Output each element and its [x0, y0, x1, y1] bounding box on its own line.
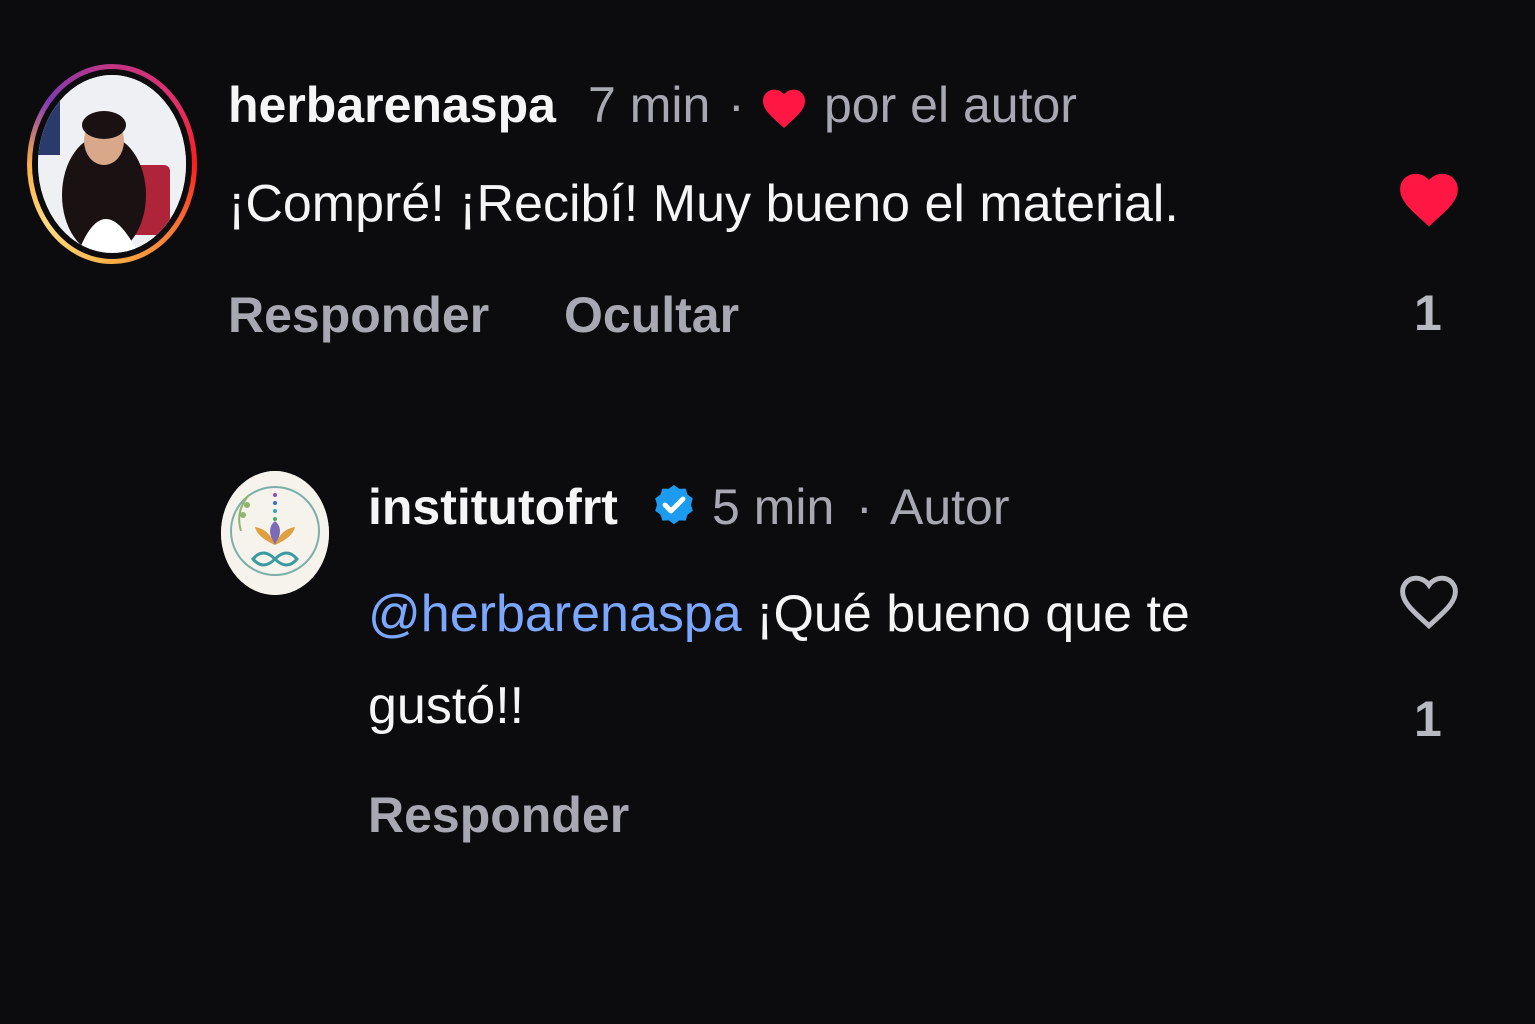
- reply-avatar[interactable]: [221, 471, 329, 595]
- avatar-ring-gap: [32, 69, 192, 259]
- reply-username[interactable]: institutofrt: [368, 478, 618, 536]
- mention-link[interactable]: @herbarenaspa: [368, 585, 742, 643]
- comments-screen: herbarenaspa 7 min · por el autor ¡Compr…: [0, 0, 1535, 1024]
- avatar: [38, 75, 186, 253]
- comment-text: ¡Compré! ¡Recibí! Muy bueno el material.: [228, 175, 1179, 233]
- lotus-logo-icon: [221, 471, 329, 595]
- avatar-portrait-icon: [38, 75, 186, 253]
- hide-button[interactable]: Ocultar: [564, 286, 739, 344]
- meta-separator: ·: [728, 77, 745, 133]
- like-count: 1: [1414, 691, 1442, 747]
- reply-text-line1: @herbarenaspa ¡Qué bueno que te: [368, 584, 1190, 644]
- reply-text: ¡Qué bueno que te: [756, 585, 1190, 643]
- reply-text-line2: gustó!!: [368, 677, 525, 735]
- liked-by-author-heart-icon: [763, 89, 805, 128]
- reply-button[interactable]: Responder: [228, 286, 489, 344]
- comment-username[interactable]: herbarenaspa: [228, 76, 556, 134]
- like-heart-outline-icon[interactable]: [1396, 566, 1462, 636]
- liked-by-author-label: por el autor: [824, 77, 1077, 133]
- like-count: 1: [1414, 285, 1442, 341]
- like-heart-filled-icon[interactable]: [1396, 166, 1462, 232]
- reply-timestamp: 5 min: [712, 479, 835, 535]
- comment-timestamp: 7 min: [588, 77, 711, 133]
- avatar-story-ring[interactable]: [27, 64, 197, 264]
- reply-button[interactable]: Responder: [368, 786, 629, 844]
- author-label: Autor: [890, 479, 1010, 535]
- verified-badge-icon: [655, 485, 693, 525]
- meta-separator: ·: [856, 479, 873, 535]
